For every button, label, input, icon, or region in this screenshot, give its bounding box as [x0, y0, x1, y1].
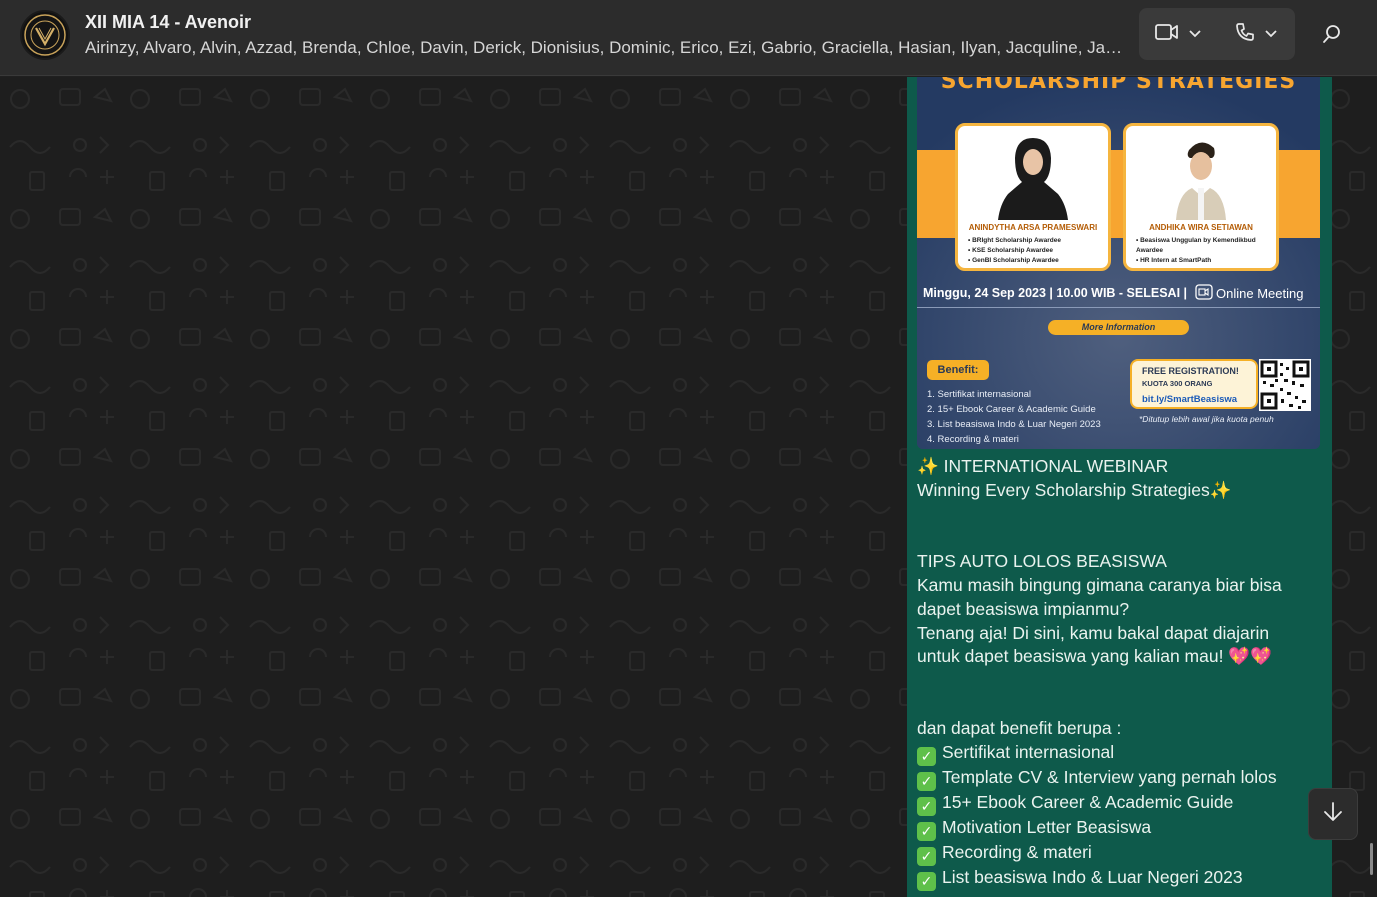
checklist-item: ✓ Sertifikat internasional [917, 741, 1327, 766]
message-bubble[interactable]: SCHOLARSHIP STRATEGIES ANINDYTHA ARSA PR… [907, 77, 1332, 897]
more-info-label: More Information [1048, 320, 1189, 335]
speaker-card-2: ANDHIKA WIRA SETIAWAN Beasiswa Unggulan … [1123, 123, 1279, 271]
voice-call-button[interactable] [1217, 8, 1295, 60]
credential-item: HR Intern at SmartPath [1136, 256, 1272, 266]
message-line: ✨ INTERNATIONAL WEBINAR [917, 456, 1169, 476]
search-icon [1322, 24, 1342, 49]
call-button-group [1139, 8, 1295, 60]
message-line: untuk dapet beasiswa yang kalian mau! 💖💖 [917, 646, 1272, 667]
checklist-label: List beasiswa Indo & Luar Negeri 2023 [942, 866, 1243, 887]
checklist-label: Sertifikat internasional [942, 741, 1115, 762]
registration-note: *Ditutup lebih awal jika kuota penuh [1139, 414, 1274, 424]
poster-image[interactable]: SCHOLARSHIP STRATEGIES ANINDYTHA ARSA PR… [917, 77, 1320, 449]
scrollbar[interactable] [1370, 843, 1373, 875]
event-mode-label: Online Meeting [1216, 286, 1304, 301]
checklist-label: 15+ Ebook Career & Academic Guide [942, 791, 1234, 812]
group-avatar[interactable] [20, 10, 70, 60]
message-line [917, 693, 1327, 717]
chevron-down-icon [1189, 25, 1201, 43]
search-button[interactable] [1312, 20, 1352, 52]
credential-item: BRIght Scholarship Awardee [968, 236, 1104, 246]
list-item: 1. Sertifikat internasional [927, 389, 1032, 400]
credential-item: KSE Scholarship Awardee [968, 246, 1104, 256]
checklist-item: ✓ Motivation Letter Beasiswa [917, 816, 1327, 841]
benefit-label: Benefit: [927, 360, 989, 380]
message-line: Kamu masih bingung gimana caranya biar b… [917, 574, 1282, 595]
message-line [917, 669, 1327, 693]
check-icon: ✓ [917, 821, 936, 841]
check-icon: ✓ [917, 846, 936, 866]
phone-icon [1235, 22, 1255, 47]
speaker-card-1: ANINDYTHA ARSA PRAMESWARI BRIght Scholar… [955, 123, 1111, 271]
checklist-label: Recording & materi [942, 841, 1092, 862]
poster-title: SCHOLARSHIP STRATEGIES [940, 77, 1297, 94]
speaker-name: ANDHIKA WIRA SETIAWAN [1149, 223, 1253, 232]
message-line: TIPS AUTO LOLOS BEASISWA [917, 551, 1167, 572]
checklist-item: ✓ Recording & materi [917, 841, 1327, 866]
chat-title[interactable]: XII MIA 14 - Avenoir [85, 12, 251, 33]
registration-quota: KUOTA 300 ORANG [1142, 379, 1213, 388]
message-line: dan dapat benefit berupa : [917, 717, 1122, 738]
registration-title: FREE REGISTRATION! [1142, 366, 1239, 376]
list-item: 2. 15+ Ebook Career & Academic Guide [927, 404, 1096, 415]
video-camera-icon [1155, 23, 1179, 46]
message-line [917, 503, 1327, 527]
check-icon: ✓ [917, 796, 936, 816]
chat-header: XII MIA 14 - Avenoir Airinzy, Alvaro, Al… [0, 0, 1377, 76]
qr-code [1259, 359, 1311, 411]
speaker-credentials: Beasiswa Unggulan by Kemendikbud Awardee… [1136, 236, 1272, 266]
speaker-name: ANINDYTHA ARSA PRAMESWARI [968, 223, 1098, 232]
checklist-label: Motivation Letter Beasiswa [942, 816, 1152, 837]
check-icon: ✓ [917, 771, 936, 791]
registration-link: bit.ly/SmartBeasiswa [1142, 394, 1238, 405]
poster-benefit-list: 1. Sertifikat internasional 2. 15+ Ebook… [927, 387, 1101, 447]
speaker-photo [1176, 142, 1226, 220]
credential-item: Beasiswa Unggulan by Kemendikbud Awardee [1136, 236, 1272, 256]
message-line: Tenang aja! Di sini, kamu bakal dapat di… [917, 622, 1270, 643]
checklist-item: ✓ Template CV & Interview yang pernah lol… [917, 766, 1327, 791]
checklist-item: ✓ 15+ Ebook Career & Academic Guide [917, 791, 1327, 816]
arrow-down-icon [1323, 801, 1343, 828]
message-text: ✨ INTERNATIONAL WEBINAR Winning Every Sc… [917, 455, 1327, 891]
registration-box: FREE REGISTRATION! KUOTA 300 ORANG bit.l… [1130, 359, 1258, 409]
message-line: dapet beasiswa impianmu? [917, 598, 1130, 619]
event-date: Minggu, 24 Sep 2023 | 10.00 WIB - SELESA… [923, 286, 1188, 300]
video-camera-icon [1195, 284, 1213, 303]
speaker-credentials: BRIght Scholarship Awardee KSE Scholarsh… [968, 236, 1104, 266]
video-call-button[interactable] [1139, 8, 1217, 60]
divider [917, 307, 1320, 308]
message-line [917, 526, 1327, 550]
checklist-label: Template CV & Interview yang pernah lolo… [942, 766, 1277, 787]
speaker-photo [998, 138, 1068, 220]
scroll-to-bottom-button[interactable] [1308, 788, 1358, 840]
credential-item: GenBI Scholarship Awardee [968, 256, 1104, 266]
check-icon: ✓ [917, 746, 936, 766]
event-mode: Online Meeting [1195, 284, 1303, 303]
member-list[interactable]: Airinzy, Alvaro, Alvin, Azzad, Brenda, C… [85, 38, 1130, 58]
list-item: 4. Recording & materi [927, 434, 1019, 445]
message-line: Winning Every Scholarship Strategies✨ [917, 479, 1232, 500]
checklist-item: ✓ List beasiswa Indo & Luar Negeri 2023 [917, 866, 1327, 891]
chevron-down-icon [1265, 25, 1277, 43]
check-icon: ✓ [917, 871, 936, 891]
list-item: 3. List beasiswa Indo & Luar Negeri 2023 [927, 419, 1101, 430]
